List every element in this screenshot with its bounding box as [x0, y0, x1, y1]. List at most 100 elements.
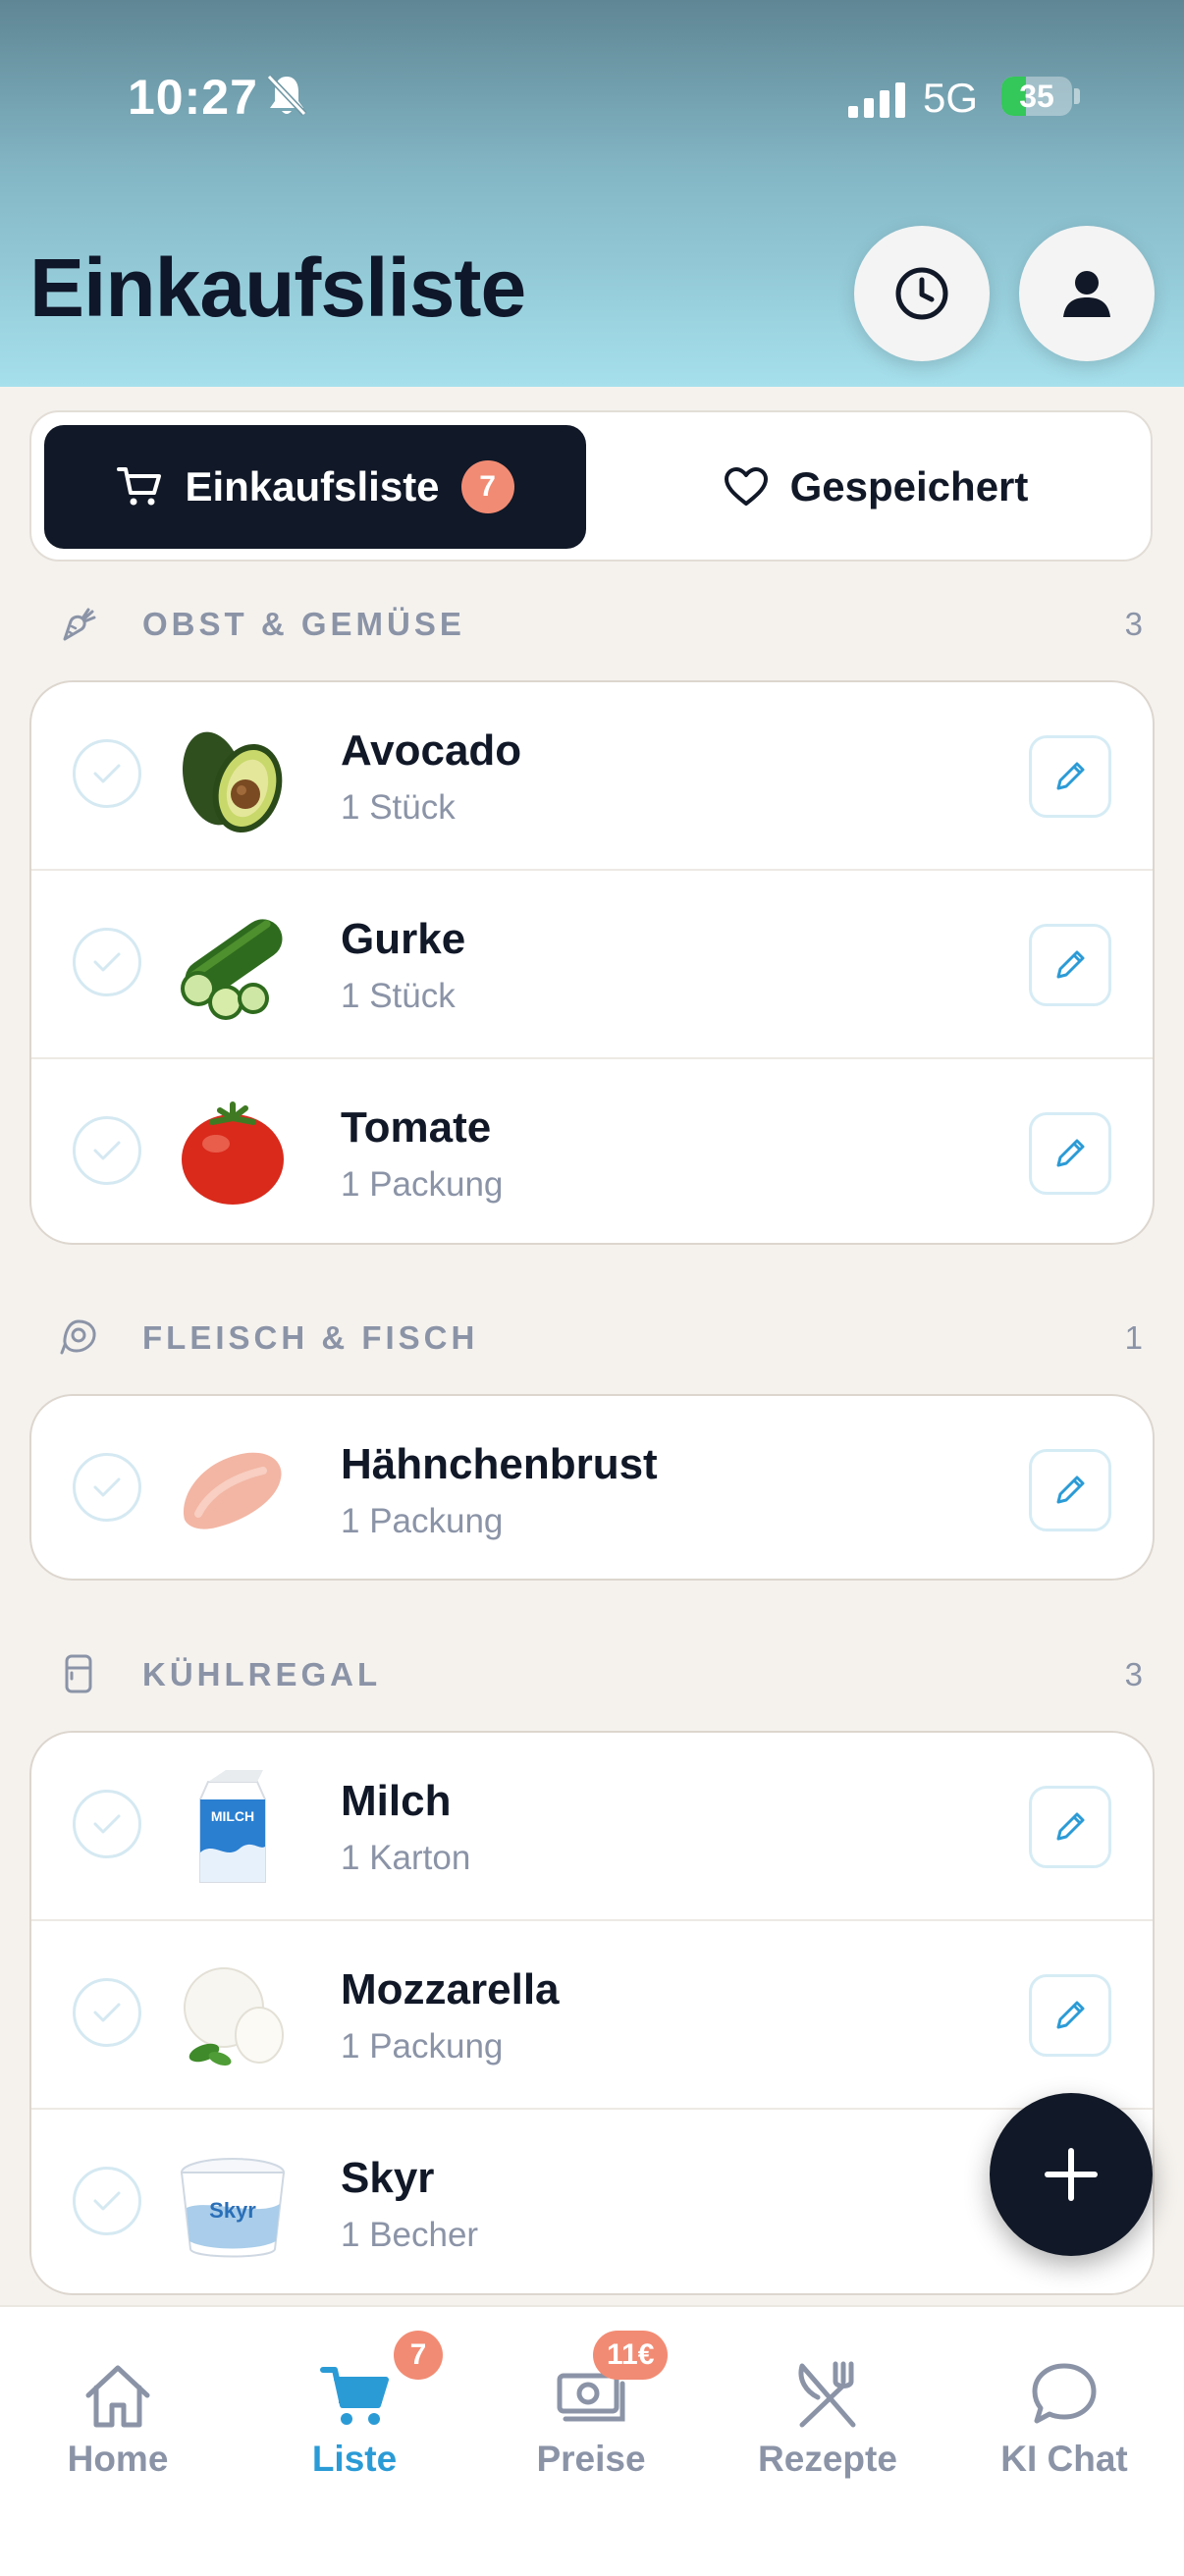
fridge-icon	[65, 1654, 92, 1693]
check-icon	[93, 1477, 121, 1497]
section-header-fleisch-fisch: FLEISCH & FISCH 1	[0, 1308, 1184, 1367]
meat-icon	[60, 1319, 96, 1355]
edit-button[interactable]	[1029, 1974, 1111, 2057]
profile-button[interactable]	[1019, 226, 1155, 361]
chicken-breast-image	[183, 1452, 282, 1530]
check-icon	[93, 2191, 121, 2211]
section-title: FLEISCH & FISCH	[142, 1319, 479, 1356]
clock-icon	[895, 267, 948, 320]
check-button[interactable]	[73, 1790, 141, 1858]
section-count: 1	[1124, 1319, 1143, 1356]
item-name: Tomate	[341, 1103, 492, 1152]
section-card-obst-gemuese: Avocado 1 Stück Gurke 1 Stück Tomate 1 P…	[29, 680, 1155, 1245]
nav-badge: 11€	[593, 2331, 669, 2380]
tab-einkaufsliste[interactable]: Einkaufsliste 7	[44, 425, 586, 549]
check-icon	[93, 2003, 121, 2022]
battery-icon: 35	[1001, 77, 1072, 116]
item-name: Mozzarella	[341, 1965, 560, 2013]
avocado-image	[183, 731, 283, 832]
nav-label: Liste	[311, 2439, 398, 2479]
item-quantity: 1 Packung	[341, 1502, 504, 1540]
cart-icon	[320, 2367, 389, 2425]
section-card-kuehlregal: MILCH Milch 1 Karton Mozzarella 1 Packun…	[29, 1731, 1155, 2295]
item-quantity: 1 Stück	[341, 977, 456, 1015]
skyr-cup-label: Skyr	[209, 2198, 256, 2223]
network-label: 5G	[923, 75, 979, 121]
nav-badge: 7	[394, 2331, 443, 2380]
tab-gespeichert[interactable]: Gespeichert	[611, 425, 1141, 549]
bell-muted-icon	[266, 74, 307, 117]
item-quantity: 1 Becher	[341, 2216, 479, 2254]
section-header-kuehlregal: KÜHLREGAL 3	[0, 1644, 1184, 1703]
check-button[interactable]	[73, 1116, 141, 1185]
tab-label: Einkaufsliste	[185, 463, 440, 510]
page-title: Einkaufsliste	[29, 242, 526, 334]
list-item[interactable]: Mozzarella 1 Packung	[31, 1919, 1153, 2108]
nav-label: Home	[67, 2439, 169, 2479]
section-count: 3	[1124, 1656, 1143, 1692]
list-item[interactable]: Avocado 1 Stück	[31, 682, 1153, 869]
pencil-icon	[1056, 1476, 1085, 1504]
tomato-image	[182, 1101, 284, 1205]
section-card-fleisch-fisch: Hähnchenbrust 1 Packung	[29, 1394, 1155, 1581]
nav-rezepte[interactable]: Rezepte	[710, 2307, 945, 2494]
chat-icon	[1032, 2363, 1097, 2424]
bottom-nav: Home 7 Liste 11€ Preise Rezepte KI Chat	[0, 2305, 1184, 2576]
check-button[interactable]	[73, 1978, 141, 2047]
check-icon	[93, 764, 121, 783]
header: 10:27 5G 35 Einkaufsliste	[0, 0, 1184, 387]
pencil-icon	[1056, 950, 1085, 979]
check-button[interactable]	[73, 2167, 141, 2235]
item-name: Avocado	[341, 726, 522, 775]
battery-level: 35	[1019, 79, 1054, 114]
milk-carton-label: MILCH	[211, 1808, 254, 1824]
item-name: Skyr	[341, 2154, 435, 2202]
pencil-icon	[1056, 1139, 1085, 1167]
edit-button[interactable]	[1029, 1449, 1111, 1531]
skyr-cup-image: Skyr	[180, 2158, 286, 2258]
item-quantity: 1 Packung	[341, 1165, 504, 1204]
home-icon	[85, 2365, 150, 2428]
list-tabs: Einkaufsliste 7 Gespeichert	[29, 410, 1153, 562]
history-button[interactable]	[854, 226, 990, 361]
list-item[interactable]: Gurke 1 Stück	[31, 869, 1153, 1057]
edit-button[interactable]	[1029, 924, 1111, 1006]
check-button[interactable]	[73, 739, 141, 808]
status-time: 10:27	[128, 70, 258, 125]
item-quantity: 1 Karton	[341, 1839, 471, 1877]
section-title: OBST & GEMÜSE	[142, 606, 465, 642]
section-title: KÜHLREGAL	[142, 1656, 382, 1692]
pencil-icon	[1056, 762, 1085, 790]
nav-preise[interactable]: 11€ Preise	[473, 2307, 709, 2494]
signal-icon	[848, 82, 905, 118]
list-item[interactable]: Tomate 1 Packung	[31, 1057, 1153, 1243]
mozzarella-image	[184, 1967, 284, 2066]
check-button[interactable]	[73, 1453, 141, 1522]
tab-label: Gespeichert	[789, 463, 1029, 510]
edit-button[interactable]	[1029, 735, 1111, 818]
pencil-icon	[1056, 1812, 1085, 1841]
carrot-icon	[63, 608, 96, 641]
tab-badge: 7	[460, 460, 514, 513]
list-item[interactable]: Hähnchenbrust 1 Packung	[31, 1396, 1153, 1579]
pencil-icon	[1056, 2001, 1085, 2029]
nav-liste[interactable]: 7 Liste	[237, 2307, 472, 2494]
edit-button[interactable]	[1029, 1112, 1111, 1195]
nav-label: KI Chat	[1000, 2439, 1128, 2479]
utensils-icon	[798, 2361, 856, 2428]
nav-label: Preise	[536, 2439, 646, 2479]
heart-icon	[724, 467, 768, 506]
cart-icon	[117, 467, 162, 506]
check-button[interactable]	[73, 928, 141, 996]
nav-ki-chat[interactable]: KI Chat	[946, 2307, 1182, 2494]
edit-button[interactable]	[1029, 1786, 1111, 1868]
list-item[interactable]: Skyr Skyr 1 Becher	[31, 2108, 1153, 2293]
plus-icon	[1045, 2148, 1098, 2201]
item-quantity: 1 Stück	[341, 788, 456, 827]
list-item[interactable]: MILCH Milch 1 Karton	[31, 1733, 1153, 1919]
section-count: 3	[1124, 606, 1143, 642]
add-item-button[interactable]	[990, 2093, 1153, 2256]
nav-home[interactable]: Home	[0, 2307, 236, 2494]
milk-carton-image: MILCH	[199, 1770, 266, 1883]
item-name: Hähnchenbrust	[341, 1440, 658, 1488]
